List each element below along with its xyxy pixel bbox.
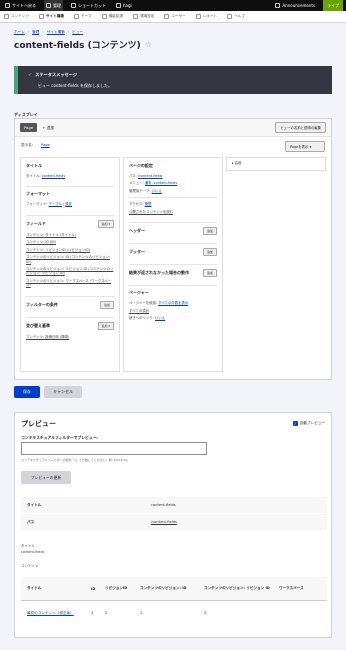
cancel-button[interactable]: キャンセル: [44, 386, 82, 398]
contextual-filter-input[interactable]: [21, 442, 207, 455]
content-title-link[interactable]: 最初のコンテンツ（修正版）: [21, 611, 91, 616]
field-item[interactable]: コンテンツ: ID (ID): [26, 240, 114, 244]
field-item[interactable]: コンテンツ: リビジョンID (リビジョンID): [26, 248, 114, 252]
content-icon: [4, 14, 9, 19]
home-icon: [5, 3, 10, 8]
add-filter-button[interactable]: 追加: [99, 300, 114, 309]
megaphone-icon: [275, 3, 281, 8]
breadcrumb-admin[interactable]: 管理: [32, 30, 39, 35]
menu-link[interactable]: 通常: content-fields: [145, 181, 177, 185]
breadcrumb: ホーム › 管理 › サイト構築 › ビュー: [14, 30, 83, 35]
views-ui-display: Page + 追加 ビューの名前と説明の編集 表示名: Page Pageを表示…: [14, 118, 332, 380]
star-icon: [71, 3, 76, 8]
tray-item-config[interactable]: 環境設定: [133, 14, 154, 19]
star-icon[interactable]: ☆: [145, 40, 152, 49]
tray-item-help[interactable]: ヘルプ: [227, 14, 245, 19]
structure-icon: [38, 14, 44, 19]
advanced-toggle[interactable]: ▸ 高度: [226, 157, 326, 171]
status-message: ✔ ステータスメッセージ ビュー content-fields を保存しました。: [14, 66, 332, 94]
page-title: content-fields (コンテンツ) ☆: [14, 40, 152, 51]
brush-icon: [73, 14, 79, 19]
tray-item-extend[interactable]: 機能拡張: [101, 14, 123, 19]
admin-toolbar: サイトへ戻る 管理 ショートカット hagi Announcements ライブ: [0, 0, 346, 11]
user-menu[interactable]: hagi: [114, 0, 134, 11]
field-item[interactable]: コンテンツのリビジョン: リビジョン ID (コンテンツのリビジョン: リビジョ…: [26, 267, 114, 276]
live-workspace-button[interactable]: ライブ: [323, 0, 343, 11]
more-link-link[interactable]: いいえ: [155, 316, 165, 320]
preview-path-link[interactable]: /content-fields: [151, 520, 177, 524]
breadcrumb-structure[interactable]: サイト構築: [47, 30, 65, 35]
people-icon: [164, 14, 170, 19]
tray-item-appearance[interactable]: テーマ: [73, 14, 92, 19]
access-detail-link[interactable]: 公開されたコンテンツを読む: [129, 210, 217, 214]
field-item[interactable]: コンテンツ: タイトル (タイトル): [26, 233, 114, 237]
chart-icon: [195, 14, 201, 19]
tray-item-content[interactable]: コンテンツ: [4, 14, 29, 19]
breadcrumb-home[interactable]: ホーム: [14, 30, 25, 35]
update-preview-button[interactable]: プレビューの更新: [21, 471, 71, 484]
add-display-link[interactable]: + 追加: [42, 125, 54, 131]
edit-view-dropdown[interactable]: ビューの名前と説明の編集: [275, 122, 326, 133]
pager-link[interactable]: すべての件数を表示: [158, 301, 188, 305]
preview-title: プレビュー: [21, 420, 56, 428]
save-button[interactable]: 保存: [14, 386, 40, 398]
path-link[interactable]: /content-fields: [138, 174, 162, 178]
auto-preview-checkbox[interactable]: ✓ 自動プレビュー: [292, 421, 325, 426]
wrench-icon: [133, 14, 139, 19]
view-page-button[interactable]: Pageを表示 ▾: [285, 141, 325, 152]
announcements-link[interactable]: Announcements: [273, 0, 317, 11]
preview-section: プレビュー ✓ 自動プレビュー コンテキスチュアルフィルターでプレビュー: コンテ…: [14, 412, 332, 638]
tray-item-reports[interactable]: レポート: [195, 14, 217, 19]
toolbar-tray: コンテンツ サイト構築 テーマ 機能拡張 環境設定 ユーザー レポート ヘルプ: [0, 11, 346, 23]
format-settings-link[interactable]: 設定: [65, 202, 72, 206]
user-icon: [116, 3, 121, 8]
breadcrumb-views[interactable]: ビュー: [72, 30, 83, 35]
manage-menu[interactable]: 管理: [44, 0, 63, 11]
shortcuts-menu[interactable]: ショートカット: [69, 0, 108, 11]
check-icon: ✔: [28, 72, 33, 78]
tray-item-people[interactable]: ユーザー: [164, 14, 186, 19]
checkbox-checked-icon: ✓: [292, 421, 298, 426]
pager-all-link[interactable]: すべての項目: [129, 309, 217, 313]
table-row: 最初のコンテンツ（修正版） 1 2 1 2: [21, 601, 327, 625]
add-field-button[interactable]: 追加 ▾: [97, 219, 114, 228]
back-to-site-link[interactable]: サイトへ戻る: [3, 0, 38, 11]
views-column-1: タイトル タイトル: content-fields フォーマット フォーマット:…: [20, 157, 120, 372]
preview-results-table: タイトル ID リビジョンID コンテンツのリビジョン: ID コンテンツのリビ…: [21, 577, 327, 625]
puzzle-icon: [101, 14, 107, 19]
title-link[interactable]: content-fields: [42, 174, 65, 178]
access-link[interactable]: 権限: [145, 202, 152, 206]
add-header-button[interactable]: 追加: [202, 227, 217, 236]
add-sort-button[interactable]: 追加 ▾: [97, 321, 114, 330]
display-tab-page[interactable]: Page: [20, 123, 38, 132]
views-column-2: ページの設定 パス: /content-fields メニュー: 通常: con…: [123, 157, 223, 372]
help-icon: [227, 14, 233, 19]
menu-icon: [46, 3, 51, 8]
display-name-link[interactable]: Page: [41, 143, 50, 148]
preview-info-table: タイトル content-fields パス/content-fields: [21, 497, 327, 531]
field-item[interactable]: コンテンツのリビジョン: ID (コンテンツのリビジョン: ID): [26, 255, 114, 264]
format-link[interactable]: テーブル: [49, 202, 62, 206]
tray-item-structure[interactable]: サイト構築: [38, 14, 64, 19]
admin-theme-link[interactable]: いいえ: [152, 189, 162, 193]
add-footer-button[interactable]: 追加: [202, 248, 217, 257]
add-no-results-button[interactable]: 追加: [202, 269, 217, 278]
field-item[interactable]: コンテンツのリビジョン: ワークスペース (ワークスペース): [26, 279, 114, 288]
sort-item[interactable]: コンテンツ: 投稿日時 (降順): [26, 335, 114, 339]
